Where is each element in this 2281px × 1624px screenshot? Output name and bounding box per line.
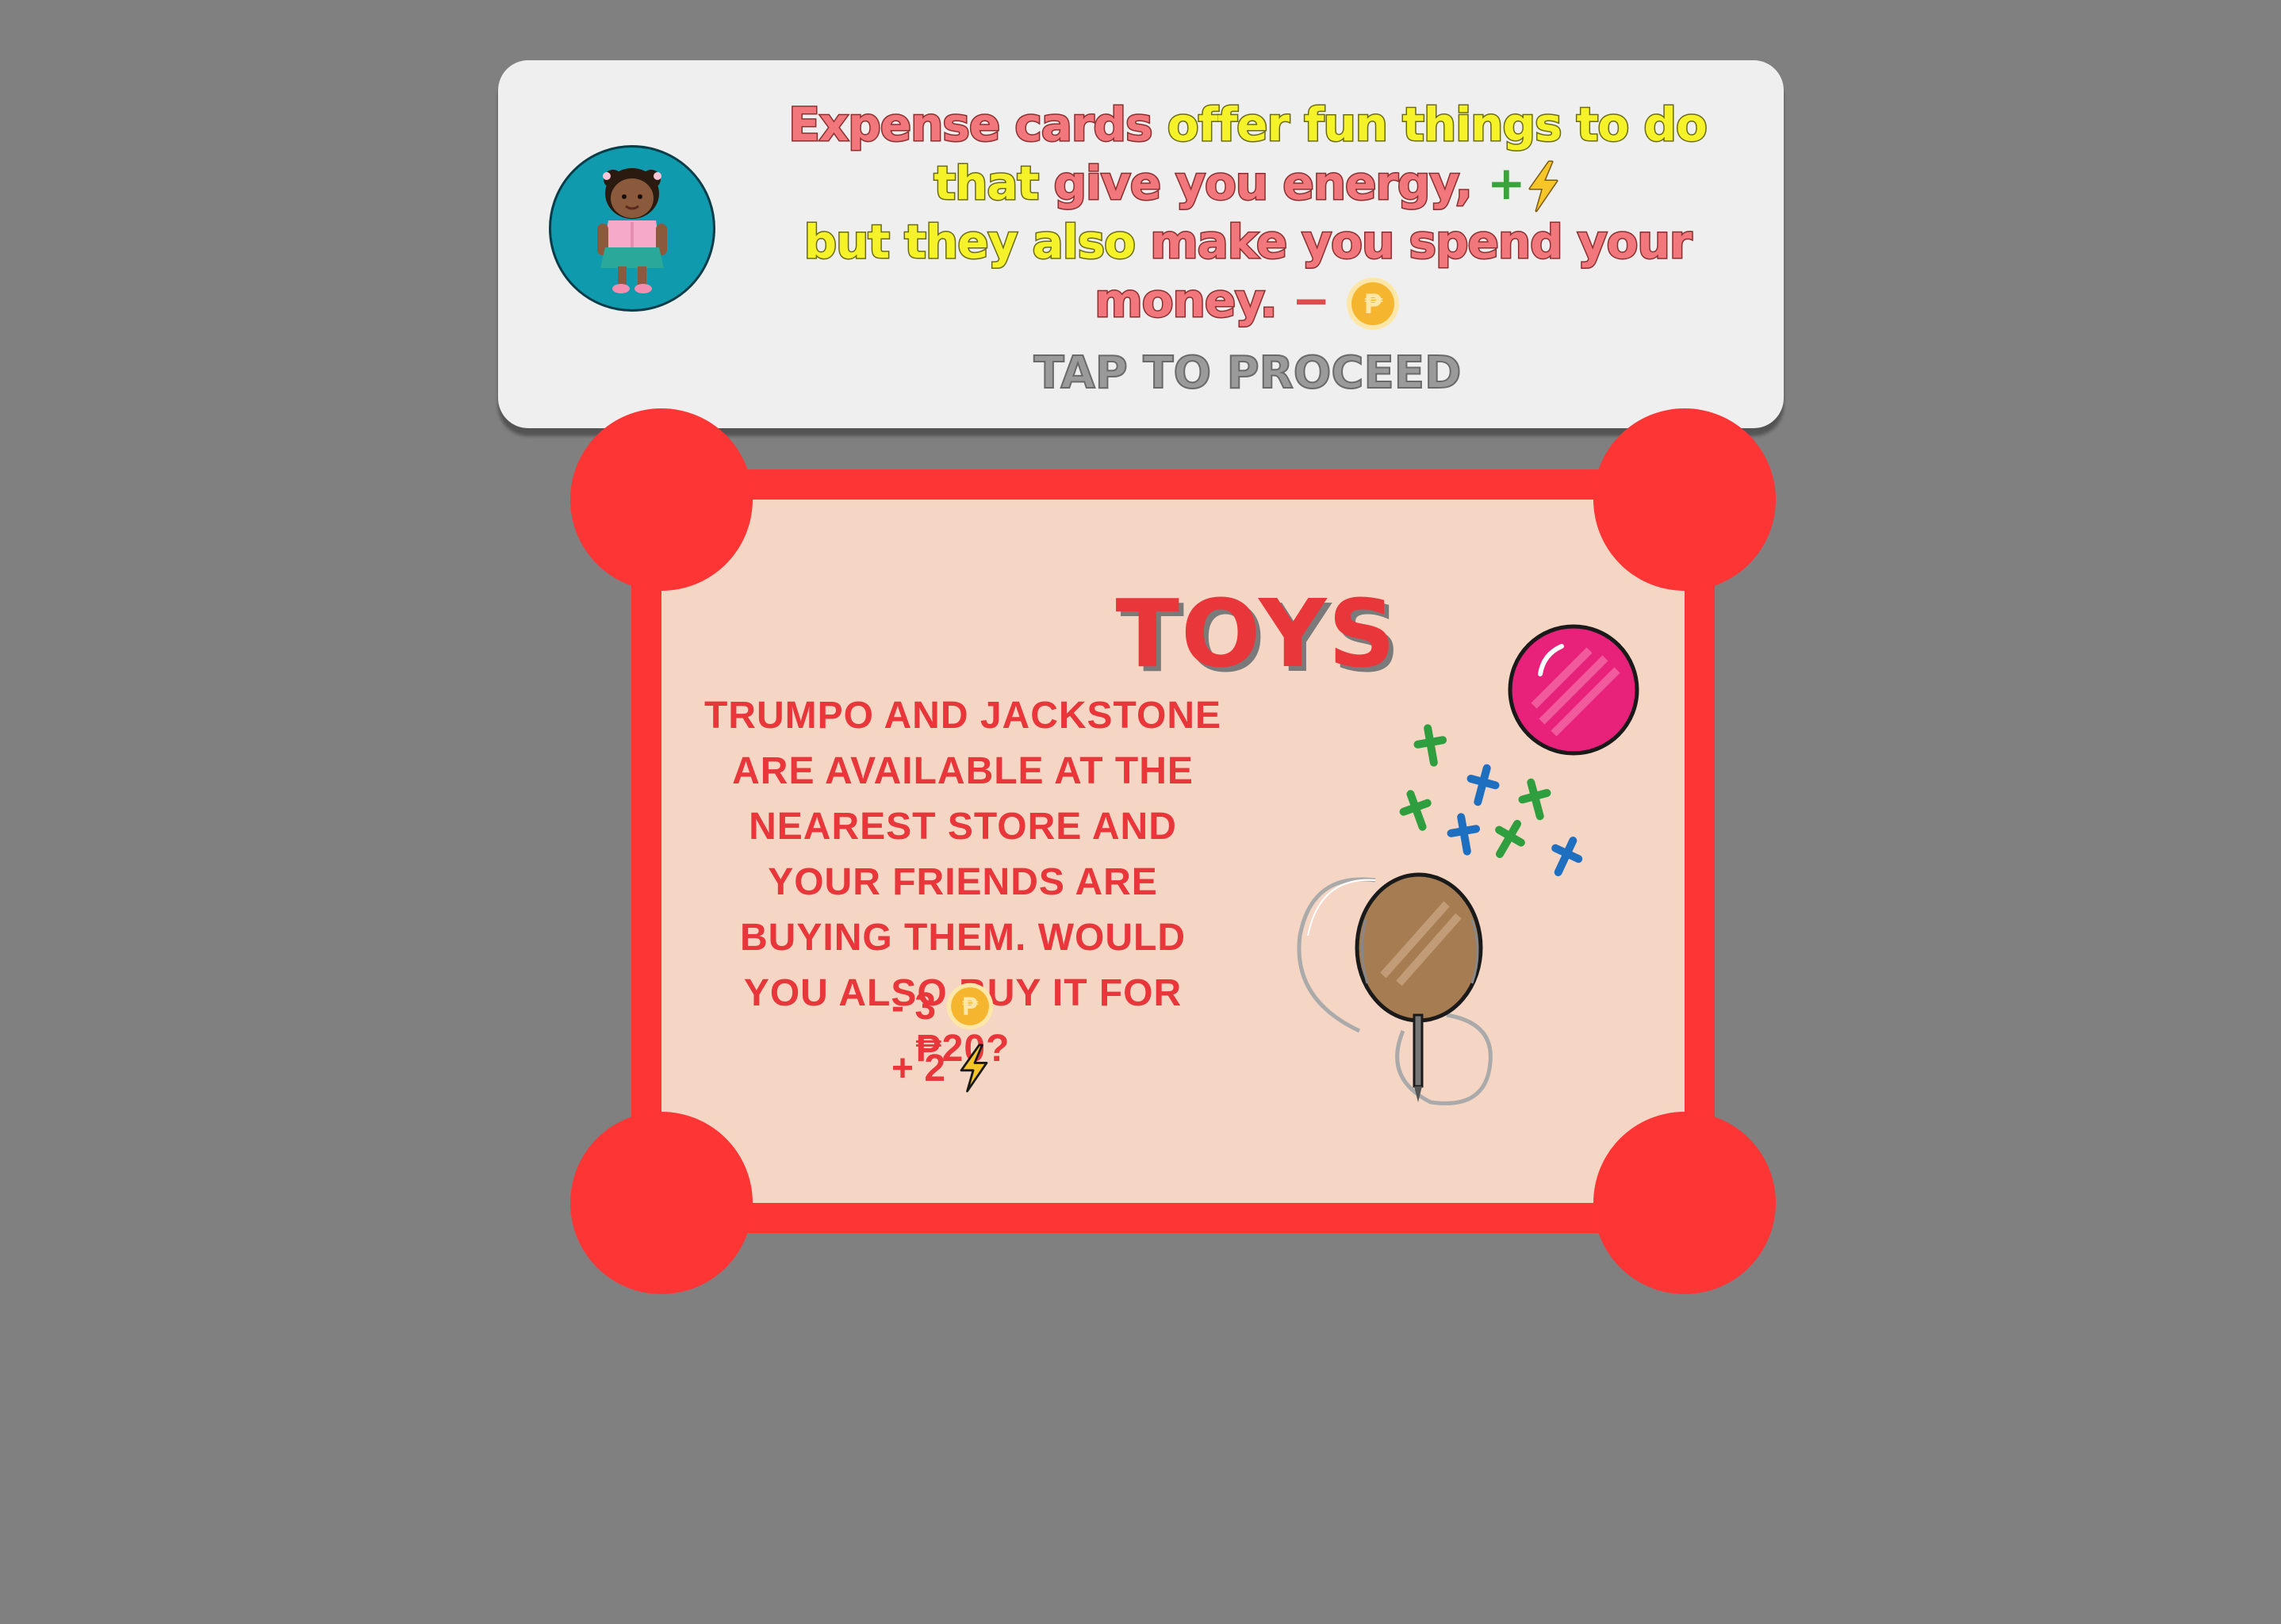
- trumpo-icon: [1297, 872, 1493, 1105]
- card-corner-decoration: [570, 408, 753, 591]
- lightning-icon: [960, 1044, 988, 1093]
- instruction-line2-part1: that: [933, 155, 1041, 212]
- peso-coin-icon: ₱: [1346, 277, 1399, 330]
- instruction-line3-part1: but they also: [803, 214, 1137, 270]
- tap-to-proceed-label[interactable]: TAP TO PROCEED: [752, 347, 1743, 400]
- svg-text:₱: ₱: [962, 994, 979, 1021]
- svg-text:₱: ₱: [1363, 289, 1382, 320]
- ball-icon: [1508, 624, 1639, 756]
- avatar: [549, 145, 715, 312]
- instruction-line1-part2: offer fun things to do: [1166, 97, 1708, 153]
- instruction-line3-part2: make you spend your: [1149, 214, 1693, 270]
- girl-character-icon: [597, 168, 667, 293]
- toys-illustration: [1297, 624, 1639, 1105]
- instruction-message: Expense cards offer fun things to do tha…: [752, 95, 1743, 331]
- card-corner-decoration: [1593, 1112, 1776, 1294]
- peso-coin-icon: ₱: [946, 982, 994, 1030]
- card-corner-decoration: [1593, 408, 1776, 591]
- lightning-icon: [1528, 160, 1558, 213]
- energy-sign: +: [1486, 156, 1526, 210]
- energy-change-value: + 2: [891, 1047, 946, 1090]
- card-corner-decoration: [570, 1112, 753, 1294]
- instruction-panel[interactable]: Expense cards offer fun things to do tha…: [498, 60, 1784, 428]
- instruction-line4-part1: money.: [1094, 273, 1279, 329]
- money-change: - 3 ₱: [891, 982, 995, 1031]
- expense-card[interactable]: TOYS TRUMPO AND JACKSTONE ARE AVAILABLE …: [570, 408, 1776, 1294]
- instruction-line1-part1: Expense cards: [788, 97, 1154, 153]
- money-change-value: - 3: [891, 985, 937, 1028]
- energy-change: + 2: [891, 1044, 993, 1093]
- money-sign: −: [1291, 274, 1331, 327]
- instruction-line2-part2: give you energy,: [1052, 155, 1474, 212]
- card-face: TOYS TRUMPO AND JACKSTONE ARE AVAILABLE …: [570, 408, 1776, 1294]
